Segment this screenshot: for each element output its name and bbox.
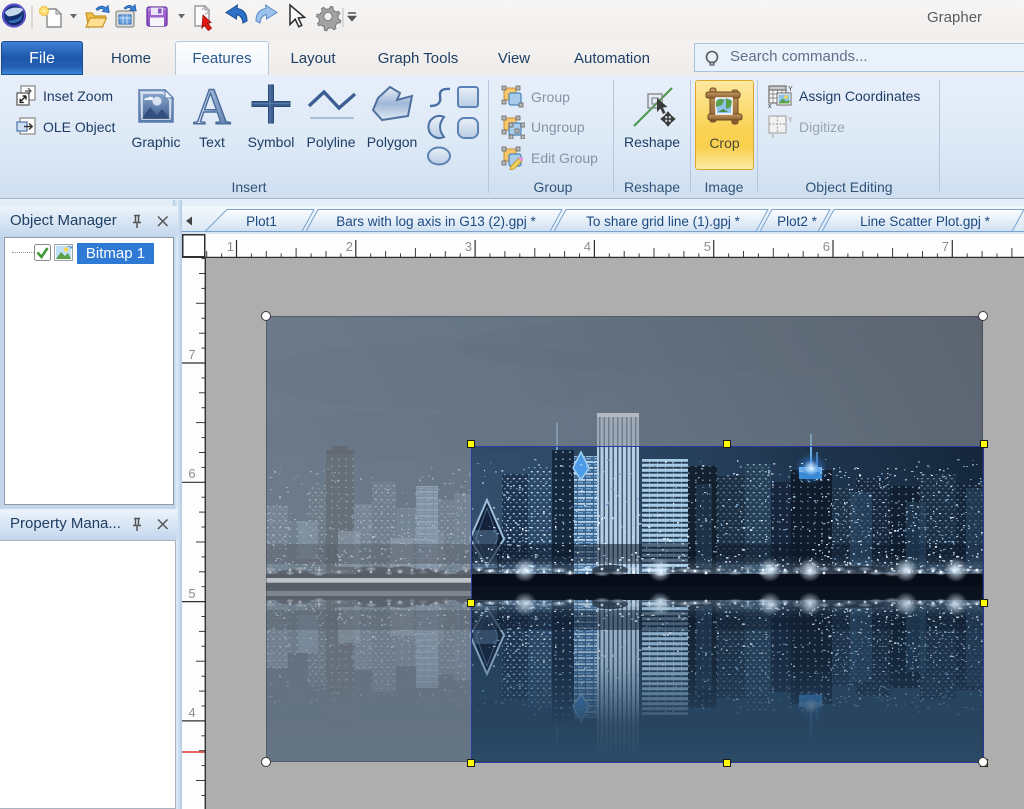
svg-text:Plot2 *: Plot2 * [777, 214, 818, 229]
svg-text:Y: Y [788, 86, 793, 93]
svg-text:To share grid line (1).gpj *: To share grid line (1).gpj * [586, 214, 741, 229]
svg-text:5: 5 [704, 239, 711, 254]
svg-text:4: 4 [188, 705, 195, 720]
svg-text:Line Scatter Plot.gpj *: Line Scatter Plot.gpj * [860, 214, 991, 229]
svg-text:Y: Y [788, 117, 793, 124]
svg-text:4: 4 [584, 239, 591, 254]
svg-text:Bars with log axis in G13 (2).: Bars with log axis in G13 (2).gpj * [336, 214, 536, 229]
svg-text:x: x [771, 133, 775, 138]
svg-text:3: 3 [465, 239, 472, 254]
svg-text:7: 7 [188, 347, 195, 362]
svg-text:Plot1: Plot1 [246, 214, 277, 229]
svg-text:5: 5 [188, 586, 195, 601]
svg-text:2: 2 [346, 239, 353, 254]
svg-text:A: A [193, 84, 231, 128]
svg-text:6: 6 [823, 239, 830, 254]
svg-text:6: 6 [188, 466, 195, 481]
svg-text:x: x [768, 103, 772, 108]
svg-text:7: 7 [942, 239, 949, 254]
svg-text:1: 1 [227, 239, 234, 254]
